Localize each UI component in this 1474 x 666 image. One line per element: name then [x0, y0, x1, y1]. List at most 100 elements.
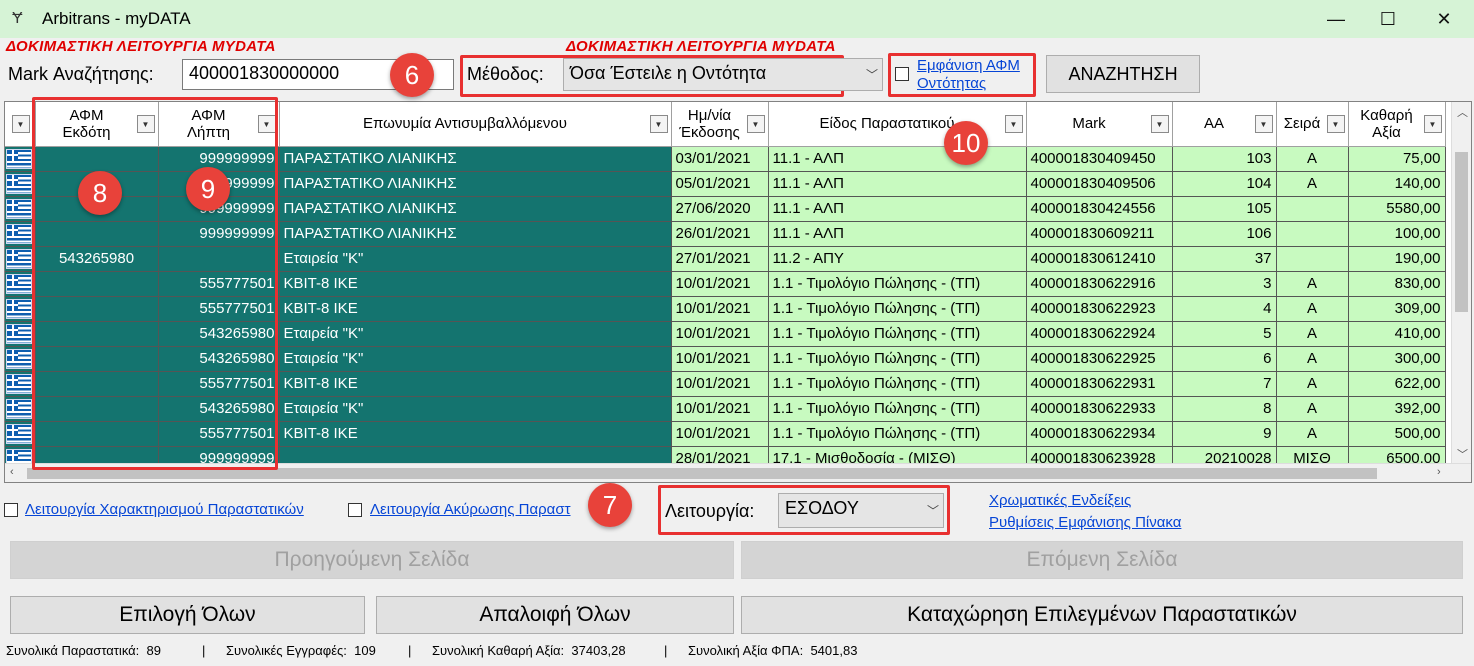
- counterparty-name-cell[interactable]: ΠΑΡΑΣΤΑΤΙΚΟ ΛΙΑΝΙΚΗΣ: [279, 196, 672, 222]
- column-filter-icon[interactable]: ▼: [1004, 115, 1023, 133]
- net-value-cell[interactable]: 100,00: [1348, 221, 1446, 247]
- row-selector[interactable]: [5, 346, 36, 372]
- issue-date-cell[interactable]: 10/01/2021: [671, 396, 769, 422]
- select-all-button[interactable]: Επιλογή Όλων: [10, 596, 365, 634]
- issue-date-cell[interactable]: 10/01/2021: [671, 321, 769, 347]
- column-filter-icon[interactable]: ▼: [746, 115, 765, 133]
- column-header[interactable]: Mark ▼: [1026, 102, 1173, 147]
- issue-date-cell[interactable]: 03/01/2021: [671, 146, 769, 172]
- aa-cell[interactable]: 8: [1172, 396, 1277, 422]
- document-type-cell[interactable]: 11.1 - ΑΛΠ: [768, 221, 1027, 247]
- document-type-cell[interactable]: 1.1 - Τιμολόγιο Πώλησης - (ΤΠ): [768, 421, 1027, 447]
- dropdown-arrow-icon[interactable]: ▼: [11, 115, 30, 133]
- row-selector[interactable]: [5, 396, 36, 422]
- aa-cell[interactable]: 5: [1172, 321, 1277, 347]
- column-header[interactable]: Καθαρή Αξία ▼: [1348, 102, 1446, 147]
- column-header[interactable]: AA ▼: [1172, 102, 1277, 147]
- net-value-cell[interactable]: 410,00: [1348, 321, 1446, 347]
- series-cell[interactable]: A: [1276, 271, 1349, 297]
- mark-cell[interactable]: 400001830612410: [1026, 246, 1173, 272]
- series-cell[interactable]: A: [1276, 396, 1349, 422]
- register-selected-button[interactable]: Καταχώρηση Επιλεγμένων Παραστατικών: [741, 596, 1463, 634]
- issue-date-cell[interactable]: 10/01/2021: [671, 371, 769, 397]
- series-cell[interactable]: [1276, 246, 1349, 272]
- net-value-cell[interactable]: 392,00: [1348, 396, 1446, 422]
- net-value-cell[interactable]: 5580,00: [1348, 196, 1446, 222]
- row-selector[interactable]: [5, 246, 36, 272]
- series-cell[interactable]: [1276, 221, 1349, 247]
- aa-cell[interactable]: 7: [1172, 371, 1277, 397]
- column-filter-icon[interactable]: ▼: [1150, 115, 1169, 133]
- net-value-cell[interactable]: 622,00: [1348, 371, 1446, 397]
- show-afm-checkbox[interactable]: [895, 67, 909, 81]
- cancellation-checkbox[interactable]: [348, 503, 362, 517]
- row-selector[interactable]: [5, 171, 36, 197]
- search-button[interactable]: ΑΝΑΖΗΤΗΣΗ: [1046, 55, 1200, 93]
- counterparty-name-cell[interactable]: ΠΑΡΑΣΤΑΤΙΚΟ ΛΙΑΝΙΚΗΣ: [279, 221, 672, 247]
- minimize-button[interactable]: —: [1310, 0, 1362, 38]
- scroll-up-icon[interactable]: ︿: [1457, 104, 1468, 120]
- maximize-button[interactable]: ☐: [1362, 0, 1414, 38]
- color-legend-link[interactable]: Χρωματικές Ενδείξεις: [989, 492, 1131, 509]
- aa-cell[interactable]: 37: [1172, 246, 1277, 272]
- counterparty-name-cell[interactable]: KBIT-8 IKE: [279, 296, 672, 322]
- next-page-button[interactable]: Επόμενη Σελίδα: [741, 541, 1463, 579]
- scroll-down-icon[interactable]: ﹀: [1457, 446, 1468, 462]
- characterization-mode-link[interactable]: Λειτουργία Χαρακτηρισμού Παραστατικών: [25, 501, 304, 518]
- vertical-scrollbar[interactable]: ︿ ﹀: [1451, 102, 1471, 464]
- counterparty-name-cell[interactable]: ΠΑΡΑΣΤΑΤΙΚΟ ΛΙΑΝΙΚΗΣ: [279, 146, 672, 172]
- row-selector[interactable]: [5, 421, 36, 447]
- series-cell[interactable]: A: [1276, 371, 1349, 397]
- mark-cell[interactable]: 400001830622934: [1026, 421, 1173, 447]
- counterparty-name-cell[interactable]: KBIT-8 IKE: [279, 421, 672, 447]
- previous-page-button[interactable]: Προηγούμενη Σελίδα: [10, 541, 734, 579]
- counterparty-name-cell[interactable]: ΠΑΡΑΣΤΑΤΙΚΟ ΛΙΑΝΙΚΗΣ: [279, 171, 672, 197]
- row-selector[interactable]: [5, 296, 36, 322]
- document-type-cell[interactable]: 1.1 - Τιμολόγιο Πώλησης - (ΤΠ): [768, 371, 1027, 397]
- counterparty-name-cell[interactable]: Εταιρεία "Κ": [279, 321, 672, 347]
- net-value-cell[interactable]: 500,00: [1348, 421, 1446, 447]
- select-column-header[interactable]: ▼: [5, 102, 36, 147]
- row-selector[interactable]: [5, 196, 36, 222]
- mark-cell[interactable]: 400001830622933: [1026, 396, 1173, 422]
- net-value-cell[interactable]: 190,00: [1348, 246, 1446, 272]
- row-selector[interactable]: [5, 271, 36, 297]
- document-type-cell[interactable]: 1.1 - Τιμολόγιο Πώλησης - (ΤΠ): [768, 346, 1027, 372]
- series-cell[interactable]: A: [1276, 296, 1349, 322]
- issue-date-cell[interactable]: 27/06/2020: [671, 196, 769, 222]
- document-type-cell[interactable]: 11.1 - ΑΛΠ: [768, 196, 1027, 222]
- counterparty-name-cell[interactable]: Εταιρεία "Κ": [279, 246, 672, 272]
- series-cell[interactable]: A: [1276, 321, 1349, 347]
- net-value-cell[interactable]: 300,00: [1348, 346, 1446, 372]
- table-settings-link[interactable]: Ρυθμίσεις Εμφάνισης Πίνακα: [989, 514, 1181, 531]
- document-type-cell[interactable]: 11.1 - ΑΛΠ: [768, 171, 1027, 197]
- document-type-cell[interactable]: 11.2 - ΑΠΥ: [768, 246, 1027, 272]
- mark-cell[interactable]: 400001830622923: [1026, 296, 1173, 322]
- row-selector[interactable]: [5, 221, 36, 247]
- operation-select[interactable]: ΕΣΟΔΟΥ ﹀: [778, 493, 944, 528]
- series-cell[interactable]: A: [1276, 171, 1349, 197]
- series-cell[interactable]: A: [1276, 146, 1349, 172]
- mark-cell[interactable]: 400001830409450: [1026, 146, 1173, 172]
- row-selector[interactable]: [5, 321, 36, 347]
- issue-date-cell[interactable]: 10/01/2021: [671, 421, 769, 447]
- issue-date-cell[interactable]: 10/01/2021: [671, 271, 769, 297]
- column-header[interactable]: Επωνυμία Αντισυμβαλλόμενου ▼: [279, 102, 672, 147]
- counterparty-name-cell[interactable]: KBIT-8 IKE: [279, 271, 672, 297]
- column-header[interactable]: Σειρά ▼: [1276, 102, 1349, 147]
- scroll-right-icon[interactable]: ›: [1437, 466, 1441, 478]
- document-type-cell[interactable]: 1.1 - Τιμολόγιο Πώλησης - (ΤΠ): [768, 321, 1027, 347]
- row-selector[interactable]: [5, 371, 36, 397]
- mark-cell[interactable]: 400001830622931: [1026, 371, 1173, 397]
- net-value-cell[interactable]: 830,00: [1348, 271, 1446, 297]
- aa-cell[interactable]: 103: [1172, 146, 1277, 172]
- vertical-scroll-thumb[interactable]: [1455, 152, 1468, 312]
- characterization-checkbox[interactable]: [4, 503, 18, 517]
- aa-cell[interactable]: 105: [1172, 196, 1277, 222]
- net-value-cell[interactable]: 75,00: [1348, 146, 1446, 172]
- row-selector[interactable]: [5, 146, 36, 172]
- scroll-left-icon[interactable]: ‹: [10, 466, 14, 478]
- issue-date-cell[interactable]: 05/01/2021: [671, 171, 769, 197]
- series-cell[interactable]: A: [1276, 421, 1349, 447]
- issue-date-cell[interactable]: 27/01/2021: [671, 246, 769, 272]
